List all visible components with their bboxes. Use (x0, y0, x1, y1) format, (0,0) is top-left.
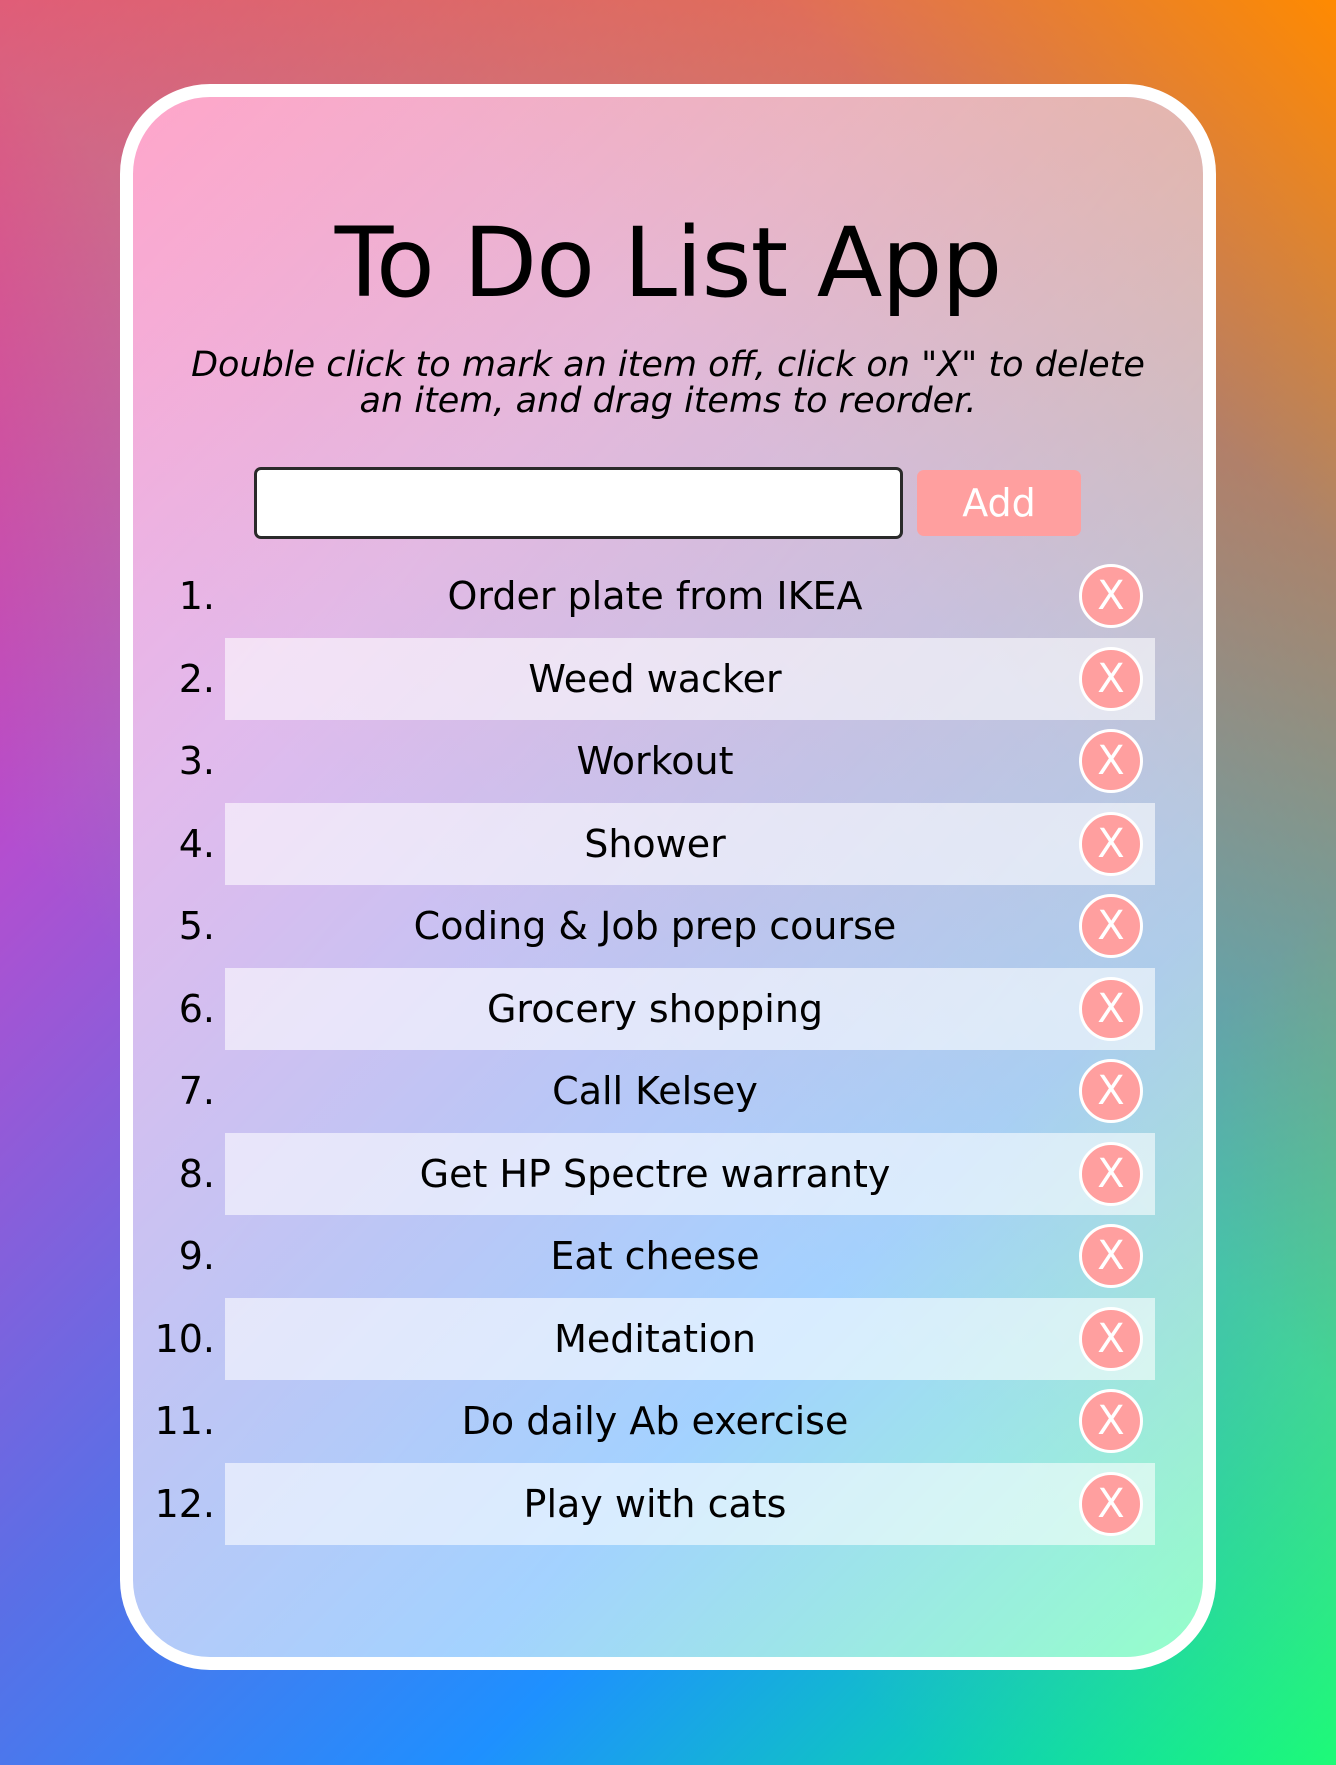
item-body[interactable]: Play with cats X (225, 1462, 1155, 1545)
item-number: 8. (178, 1151, 215, 1196)
item-number: 7. (178, 1069, 215, 1114)
list-item[interactable]: 12. Play with cats X (133, 1462, 1203, 1545)
delete-button[interactable]: X (1079, 811, 1143, 876)
item-number: 2. (178, 656, 215, 701)
new-item-input[interactable] (254, 467, 903, 539)
item-text: Meditation (554, 1316, 756, 1361)
item-text: Weed wacker (528, 656, 782, 701)
delete-button[interactable]: X (1079, 1389, 1143, 1454)
item-number: 3. (178, 739, 215, 784)
delete-button[interactable]: X (1079, 564, 1143, 629)
item-text: Grocery shopping (486, 986, 824, 1031)
item-body[interactable]: Workout X (225, 720, 1155, 803)
delete-button[interactable]: X (1079, 1224, 1143, 1289)
item-number: 6. (178, 986, 215, 1031)
item-body[interactable]: Call Kelsey X (225, 1050, 1155, 1133)
item-body[interactable]: Order plate from IKEA X (225, 555, 1155, 638)
item-text: Eat cheese (550, 1234, 760, 1279)
list-item[interactable]: 1. Order plate from IKEA X (133, 555, 1203, 638)
list-item[interactable]: 10. Meditation X (133, 1297, 1203, 1380)
item-text: Get HP Spectre warranty (419, 1151, 891, 1196)
delete-button[interactable]: X (1079, 894, 1143, 959)
list-item[interactable]: 11. Do daily Ab exercise X (133, 1380, 1203, 1463)
item-text: Order plate from IKEA (447, 574, 863, 619)
list-item[interactable]: 6. Grocery shopping X (133, 967, 1203, 1050)
list-item[interactable]: 3. Workout X (133, 720, 1203, 803)
add-item-row: Add (254, 467, 1081, 539)
delete-button[interactable]: X (1079, 1141, 1143, 1206)
delete-button[interactable]: X (1079, 1306, 1143, 1371)
item-body[interactable]: Do daily Ab exercise X (225, 1380, 1155, 1463)
item-body[interactable]: Weed wacker X (225, 637, 1155, 720)
item-text: Workout (576, 739, 734, 784)
item-number: 12. (154, 1481, 215, 1526)
item-body[interactable]: Shower X (225, 802, 1155, 885)
add-button[interactable]: Add (917, 470, 1081, 536)
item-number: 10. (154, 1316, 215, 1361)
list-item[interactable]: 5. Coding & Job prep course X (133, 885, 1203, 968)
todo-list: 1. Order plate from IKEA X 2. Weed wacke… (133, 555, 1203, 1545)
list-item[interactable]: 9. Eat cheese X (133, 1215, 1203, 1298)
item-number: 9. (178, 1234, 215, 1279)
item-number: 4. (178, 821, 215, 866)
item-number: 11. (154, 1399, 215, 1444)
item-text: Play with cats (523, 1481, 787, 1526)
item-text: Call Kelsey (552, 1069, 758, 1114)
list-item[interactable]: 7. Call Kelsey X (133, 1050, 1203, 1133)
list-item[interactable]: 4. Shower X (133, 802, 1203, 885)
item-text: Shower (584, 821, 726, 866)
item-number: 1. (178, 574, 215, 619)
list-item[interactable]: 8. Get HP Spectre warranty X (133, 1132, 1203, 1215)
instructions-text: Double click to mark an item off, click … (191, 345, 1145, 421)
item-body[interactable]: Meditation X (225, 1297, 1155, 1380)
delete-button[interactable]: X (1079, 646, 1143, 711)
item-text: Do daily Ab exercise (461, 1399, 849, 1444)
item-body[interactable]: Grocery shopping X (225, 967, 1155, 1050)
item-number: 5. (178, 904, 215, 949)
item-body[interactable]: Coding & Job prep course X (225, 885, 1155, 968)
page-title: To Do List App (334, 207, 1003, 319)
delete-button[interactable]: X (1079, 976, 1143, 1041)
delete-button[interactable]: X (1079, 1471, 1143, 1536)
item-body[interactable]: Get HP Spectre warranty X (225, 1132, 1155, 1215)
delete-button[interactable]: X (1079, 729, 1143, 794)
delete-button[interactable]: X (1079, 1059, 1143, 1124)
item-body[interactable]: Eat cheese X (225, 1215, 1155, 1298)
todo-card: To Do List App Double click to mark an i… (120, 84, 1216, 1670)
list-item[interactable]: 2. Weed wacker X (133, 637, 1203, 720)
item-text: Coding & Job prep course (413, 904, 897, 949)
